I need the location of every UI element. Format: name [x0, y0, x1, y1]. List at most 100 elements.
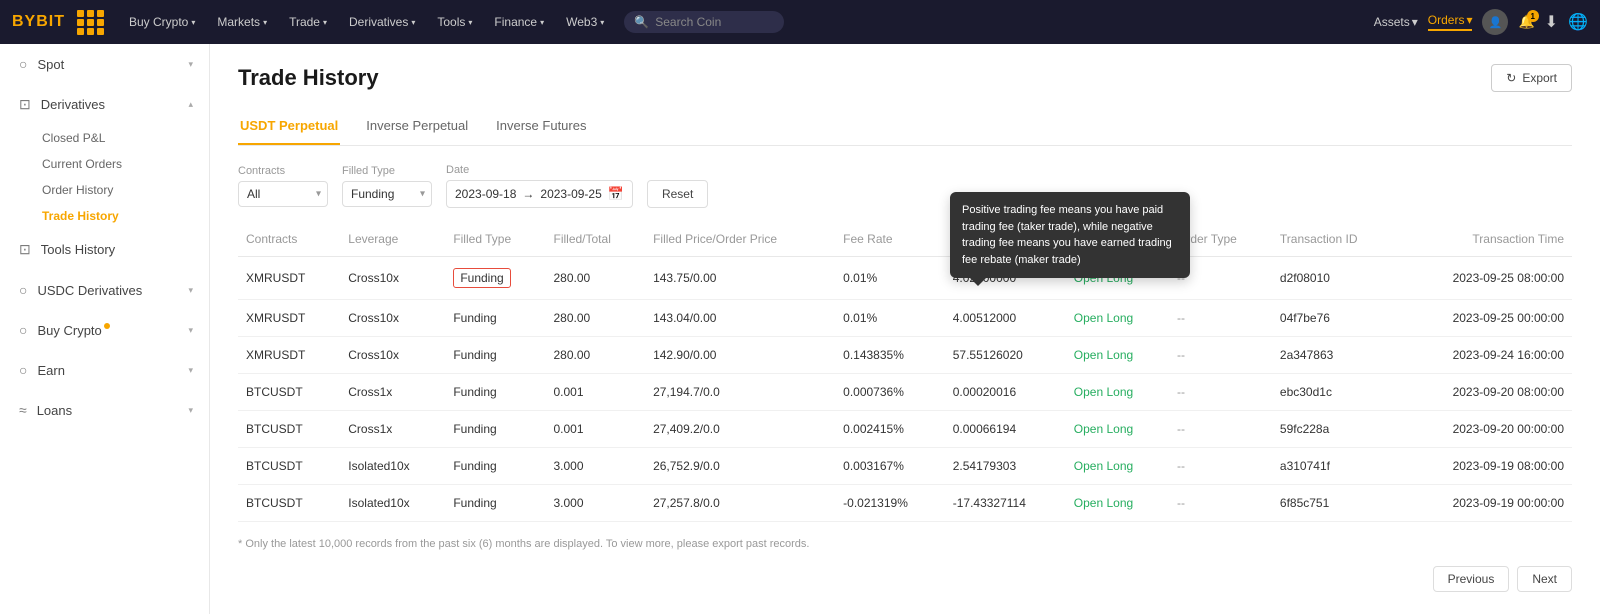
contract-cell: XMRUSDT	[238, 257, 340, 300]
filled-price-cell: 142.90/0.00	[645, 337, 835, 374]
table-row: BTCUSDT Isolated10x Funding 3.000 26,752…	[238, 448, 1572, 485]
filters: Contracts All Filled Type Funding	[238, 164, 1572, 208]
fee-paid-cell: -17.43327114	[945, 485, 1066, 522]
filled-type-filter: Filled Type Funding	[342, 165, 432, 207]
grid-icon[interactable]	[77, 10, 105, 35]
topnav: BYBIT Buy Crypto▾ Markets▾ Trade▾ Deriva…	[0, 0, 1600, 44]
table: Contracts Leverage Filled Type Filled/To…	[238, 222, 1572, 522]
sidebar-sub-trade-history[interactable]: Trade History	[0, 203, 209, 229]
order-type-cell: --	[1169, 374, 1272, 411]
date-to: 2023-09-25	[540, 187, 601, 201]
contract-cell: BTCUSDT	[238, 411, 340, 448]
chevron-up-icon: ▴	[188, 99, 193, 110]
nav-tools[interactable]: Tools▾	[429, 15, 480, 29]
bell-icon[interactable]: 🔔1	[1518, 14, 1534, 30]
contract-cell: BTCUSDT	[238, 448, 340, 485]
fee-rate-cell: 0.000736%	[835, 374, 945, 411]
prev-button[interactable]: Previous	[1433, 566, 1510, 592]
nav-buy-crypto[interactable]: Buy Crypto▾	[121, 15, 203, 29]
calendar-icon[interactable]: 📅	[608, 186, 624, 202]
nav-trade[interactable]: Trade▾	[281, 15, 335, 29]
sidebar-sub-closed-pl[interactable]: Closed P&L	[0, 125, 209, 151]
trade-type-cell: Open Long	[1066, 485, 1169, 522]
trade-type-cell: Open Long	[1066, 300, 1169, 337]
filled-total-cell: 280.00	[546, 337, 646, 374]
sidebar-item-buy-crypto[interactable]: ○ Buy Crypto ▾	[0, 310, 209, 350]
trade-type-cell: Open Long	[1066, 374, 1169, 411]
download-icon[interactable]: ⬇	[1545, 12, 1558, 32]
tx-id-cell: 59fc228a	[1272, 411, 1399, 448]
order-type-cell: --	[1169, 411, 1272, 448]
chevron-down-icon: ▾	[188, 59, 193, 70]
fee-rate-cell: 0.01%	[835, 257, 945, 300]
filled-price-cell: 27,194.7/0.0	[645, 374, 835, 411]
tx-id-cell: 04f7be76	[1272, 300, 1399, 337]
sidebar-item-derivatives[interactable]: ⊡ Derivatives ▴	[0, 84, 209, 125]
fee-rate-cell: 0.002415%	[835, 411, 945, 448]
order-type-cell: --	[1169, 300, 1272, 337]
col-tx-time: Transaction Time	[1399, 222, 1572, 257]
search-bar[interactable]: 🔍	[624, 11, 784, 33]
sidebar-sub-order-history[interactable]: Order History	[0, 177, 209, 203]
contracts-select-wrap[interactable]: All	[238, 181, 328, 207]
nav-finance[interactable]: Finance▾	[486, 15, 552, 29]
col-leverage: Leverage	[340, 222, 445, 257]
sidebar-item-spot[interactable]: ○ Spot ▾	[0, 44, 209, 84]
sidebar-item-loans[interactable]: ≈ Loans ▾	[0, 390, 209, 430]
tab-inverse-perpetual[interactable]: Inverse Perpetual	[364, 110, 470, 145]
filled-type-cell: Funding	[445, 337, 545, 374]
trade-type-cell: Open Long	[1066, 411, 1169, 448]
date-range[interactable]: 2023-09-18 → 2023-09-25 📅	[446, 180, 633, 208]
filled-total-cell: 280.00	[546, 300, 646, 337]
col-tx-id: Transaction ID	[1272, 222, 1399, 257]
col-filled-type: Filled Type	[445, 222, 545, 257]
tab-usdt-perpetual[interactable]: USDT Perpetual	[238, 110, 340, 145]
fee-rate-cell: -0.021319%	[835, 485, 945, 522]
tx-time-cell: 2023-09-25 00:00:00	[1399, 300, 1572, 337]
nav-derivatives[interactable]: Derivatives▾	[341, 15, 423, 29]
filled-type-cell: Funding	[445, 257, 545, 300]
layout: ○ Spot ▾ ⊡ Derivatives ▴ Closed P&L Curr…	[0, 44, 1600, 614]
nav-assets[interactable]: Assets▾	[1374, 15, 1418, 29]
date-filter: Date 2023-09-18 → 2023-09-25 📅	[446, 164, 633, 208]
date-from: 2023-09-18	[455, 187, 516, 201]
avatar[interactable]: 👤	[1482, 9, 1508, 35]
filled-total-cell: 0.001	[546, 411, 646, 448]
nav-markets[interactable]: Markets▾	[209, 15, 275, 29]
trade-type-cell: Open Long	[1066, 337, 1169, 374]
filled-type-cell: Funding	[445, 448, 545, 485]
filled-type-select[interactable]: Funding	[342, 181, 432, 207]
fee-paid-cell: 0.00066194	[945, 411, 1066, 448]
sidebar-sub-current-orders[interactable]: Current Orders	[0, 151, 209, 177]
reset-button[interactable]: Reset	[647, 180, 708, 208]
sidebar-item-usdc-derivatives[interactable]: ○ USDC Derivatives ▾	[0, 270, 209, 310]
globe-icon[interactable]: 🌐	[1568, 12, 1588, 32]
sidebar-item-tools-history[interactable]: ⊡ Tools History	[0, 229, 209, 270]
leverage-cell: Isolated10x	[340, 448, 445, 485]
filled-type-cell: Funding	[445, 411, 545, 448]
fee-rate-cell: 0.143835%	[835, 337, 945, 374]
order-type-cell: --	[1169, 485, 1272, 522]
next-button[interactable]: Next	[1517, 566, 1572, 592]
filled-price-cell: 27,257.8/0.0	[645, 485, 835, 522]
contracts-select[interactable]: All	[238, 181, 328, 207]
filled-type-select-wrap[interactable]: Funding	[342, 181, 432, 207]
date-label: Date	[446, 164, 633, 176]
footnote: * Only the latest 10,000 records from th…	[238, 538, 1572, 550]
sidebar-item-earn[interactable]: ○ Earn ▾	[0, 350, 209, 390]
nav-orders[interactable]: Orders▾	[1428, 13, 1473, 31]
chevron-down-icon-4: ▾	[188, 365, 193, 376]
tx-time-cell: 2023-09-24 16:00:00	[1399, 337, 1572, 374]
tx-time-cell: 2023-09-20 00:00:00	[1399, 411, 1572, 448]
filled-price-cell: 143.04/0.00	[645, 300, 835, 337]
search-input[interactable]	[655, 15, 765, 29]
dot-badge	[104, 323, 110, 329]
tab-inverse-futures[interactable]: Inverse Futures	[494, 110, 588, 145]
tabs: USDT Perpetual Inverse Perpetual Inverse…	[238, 110, 1572, 146]
nav-web3[interactable]: Web3▾	[558, 15, 612, 29]
fee-paid-cell: 0.00020016	[945, 374, 1066, 411]
chevron-down-icon-2: ▾	[188, 285, 193, 296]
leverage-cell: Cross10x	[340, 337, 445, 374]
order-type-cell: --	[1169, 448, 1272, 485]
export-button[interactable]: ↻ Export	[1491, 64, 1572, 92]
